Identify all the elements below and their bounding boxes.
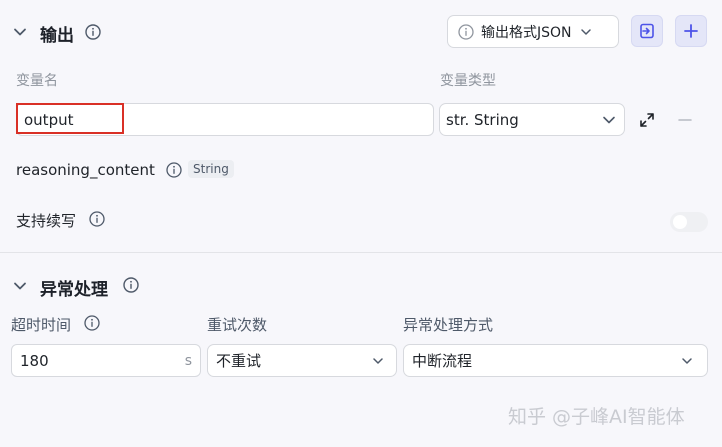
type-tag: String [188,160,234,178]
timeout-label: 超时时间 [11,316,72,334]
chevron-down-icon [580,28,591,35]
import-icon [640,23,654,39]
import-button[interactable] [631,15,663,47]
remove-icon[interactable] [677,112,693,128]
section-divider [0,252,722,253]
collapse-chevron-icon[interactable] [13,25,27,39]
info-icon[interactable] [166,162,182,178]
add-variable-button[interactable] [675,15,707,47]
expand-icon[interactable] [638,111,656,129]
info-icon [458,23,474,40]
var-type-header: 变量类型 [440,73,496,89]
info-icon[interactable] [123,277,139,293]
var-name-header: 变量名 [16,73,58,89]
continue-toggle[interactable] [670,212,708,232]
timeout-unit: s [184,352,192,369]
info-icon[interactable] [84,315,100,331]
variable-name-value: output [24,110,74,129]
handling-label: 异常处理方式 [403,316,494,334]
collapse-chevron-icon[interactable] [13,279,27,293]
output-format-label: 输出格式JSON [481,24,572,41]
info-icon[interactable] [85,24,101,40]
chevron-down-icon [373,357,383,364]
retry-select[interactable]: 不重试 [207,344,397,377]
variable-type-value: str. String [446,110,519,129]
watermark: 知乎 @子峰AI智能体 [508,406,685,428]
continue-label: 支持续写 [16,212,77,230]
info-icon[interactable] [89,211,105,227]
section-title-exception: 异常处理 [40,280,108,300]
retry-label: 重试次数 [207,316,268,334]
plus-icon [684,24,698,38]
chevron-down-icon [682,357,692,364]
handling-value: 中断流程 [412,352,473,370]
chevron-down-icon [603,116,615,123]
variable-name-input[interactable]: output [16,103,434,136]
section-title-output: 输出 [40,26,74,46]
output-format-button[interactable]: 输出格式JSON [447,15,619,48]
timeout-value: 180 [20,351,49,370]
retry-value: 不重试 [216,352,262,370]
variable-type-select[interactable]: str. String [439,103,625,136]
reasoning-content-name: reasoning_content [16,161,155,179]
handling-select[interactable]: 中断流程 [403,344,708,377]
timeout-input[interactable]: 180 s [11,344,201,377]
